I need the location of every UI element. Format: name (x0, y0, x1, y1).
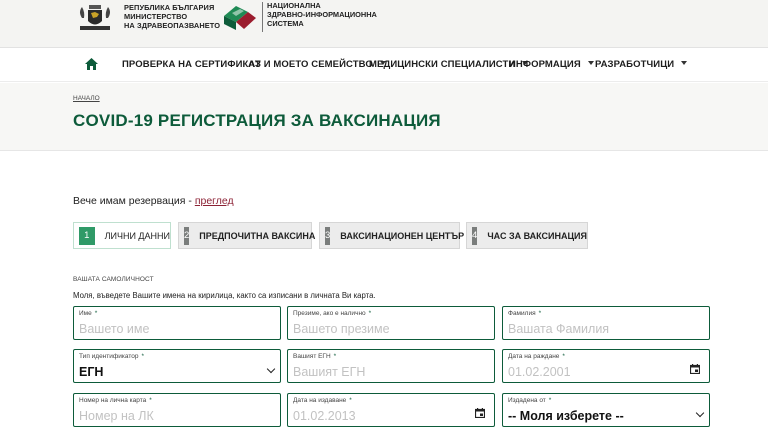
field-label: Тип идентификатор * (79, 353, 144, 360)
nzis-line: НАЦИОНАЛНА (267, 1, 321, 10)
id-type-value: ЕГН (79, 365, 104, 379)
chevron-down-icon (266, 364, 276, 374)
step-label: ВАКСИНАЦИОНЕН ЦЕНТЪР (340, 230, 465, 241)
id-card-placeholder: Номер на ЛК (79, 409, 154, 423)
egn-field[interactable]: Вашият ЕГН * Вашият ЕГН (287, 349, 495, 383)
step-number: 2 (184, 226, 190, 245)
field-label-text: Име (79, 310, 92, 317)
required-marker: * (538, 310, 542, 317)
nav-label: ИНФОРМАЦИЯ (509, 59, 581, 70)
ministry-name: РЕПУБЛИКА БЪЛГАРИЯ МИНИСТЕРСТВО НА ЗДРАВ… (124, 3, 220, 30)
reservation-view-link[interactable]: преглед (195, 195, 234, 207)
logo-divider (262, 2, 263, 32)
reservation-line: Вече имам резервация - преглед (73, 195, 234, 207)
step-preferred-vaccine[interactable]: 2 ПРЕДПОЧИТНА ВАКСИНА (178, 222, 316, 249)
field-label: Презиме, ако е налично * (293, 310, 371, 317)
last-name-field[interactable]: Фамилия * Вашата Фамилия (502, 306, 710, 340)
nav-item-certificate-check[interactable]: ПРОВЕРКА НА СЕРТИФИКАТ (122, 48, 261, 82)
step-personal-data[interactable]: 1 ЛИЧНИ ДАННИ (73, 222, 171, 249)
chevron-down-icon (587, 61, 594, 66)
step-number: 1 (79, 226, 95, 245)
nav-label: МЕДИЦИНСКИ СПЕЦИАЛИСТИ (369, 59, 516, 70)
id-type-select[interactable]: Тип идентификатор * ЕГН (73, 349, 281, 383)
ministry-line: НА ЗДРАВЕОПАЗВАНЕТО (124, 21, 221, 30)
reservation-text: Вече имам резервация - (73, 195, 195, 207)
field-label-text: Презиме, ако е налично (293, 310, 366, 317)
main-nav: ПРОВЕРКА НА СЕРТИФИКАТ АЗ И МОЕТО СЕМЕЙС… (0, 48, 768, 82)
issue-date-field[interactable]: Дата на издаване * 01.02.2013 (287, 393, 495, 427)
chevron-down-icon (681, 61, 688, 66)
field-label: Дата на издаване * (293, 397, 352, 404)
first-name-field[interactable]: Име * Вашето име (73, 306, 281, 340)
coat-of-arms-icon (80, 5, 110, 30)
first-name-placeholder: Вашето име (79, 322, 150, 336)
form-instruction: Моля, въведете Вашите имена на кирилица,… (73, 291, 376, 300)
required-marker: * (141, 353, 144, 360)
field-label: Издадена от * (508, 397, 551, 404)
issued-by-select[interactable]: Издадена от * -- Моля изберете -- (502, 393, 710, 427)
nav-item-information[interactable]: ИНФОРМАЦИЯ (509, 48, 594, 82)
step-number: 4 (472, 226, 478, 245)
step-vaccination-center[interactable]: 3 ВАКСИНАЦИОНЕН ЦЕНТЪР (319, 222, 464, 249)
field-label-text: Тип идентификатор (79, 353, 139, 360)
required-marker: * (562, 353, 565, 360)
calendar-icon[interactable] (690, 364, 700, 374)
last-name-placeholder: Вашата Фамилия (508, 322, 610, 336)
middle-name-field[interactable]: Презиме, ако е налично * Вашето презиме (287, 306, 495, 340)
nav-label: АЗ И МОЕТО СЕМЕЙСТВО (248, 59, 373, 70)
nzis-logo-icon (224, 6, 256, 30)
birth-date-placeholder: 01.02.2001 (508, 365, 571, 379)
field-label: Дата на раждане * (508, 353, 565, 360)
required-marker: * (333, 353, 337, 360)
ministry-line: РЕПУБЛИКА БЪЛГАРИЯ (124, 3, 215, 12)
nzis-line: ЗДРАВНО-ИНФОРМАЦИОННА (267, 10, 377, 19)
step-number: 3 (325, 226, 331, 245)
step-label: ЛИЧНИ ДАННИ (104, 230, 170, 241)
required-marker: * (368, 310, 372, 317)
breadcrumb-home[interactable]: НАЧАЛО (73, 95, 100, 102)
step-label: ЧАС ЗА ВАКСИНАЦИЯ (487, 230, 587, 241)
calendar-icon[interactable] (475, 408, 485, 418)
required-marker: * (349, 397, 352, 404)
nav-item-developers[interactable]: РАЗРАБОТЧИЦИ (595, 48, 688, 82)
field-label: Име * (79, 310, 97, 317)
field-label-text: Номер на лична карта (79, 397, 147, 404)
issue-date-placeholder: 01.02.2013 (293, 409, 356, 423)
page-title: COVID-19 РЕГИСТРАЦИЯ ЗА ВАКСИНАЦИЯ (73, 111, 441, 130)
nav-label: ПРОВЕРКА НА СЕРТИФИКАТ (122, 59, 261, 70)
middle-name-placeholder: Вашето презиме (293, 322, 390, 336)
field-label-text: Дата на издаване (293, 397, 347, 404)
egn-placeholder: Вашият ЕГН (293, 365, 366, 379)
field-label: Вашият ЕГН * (293, 353, 336, 360)
id-card-number-field[interactable]: Номер на лична карта * Номер на ЛК (73, 393, 281, 427)
nzis-line: СИСТЕМА (267, 19, 304, 28)
section-label-identity: ВАШАТА САМОЛИЧНОСТ (73, 276, 154, 283)
required-marker: * (94, 310, 98, 317)
field-label-text: Издадена от (508, 397, 546, 404)
nav-label: РАЗРАБОТЧИЦИ (595, 59, 675, 70)
chevron-down-icon (695, 408, 705, 418)
issued-by-value: -- Моля изберете -- (508, 409, 624, 423)
field-label-text: Вашият ЕГН (293, 353, 331, 360)
field-label-text: Фамилия (508, 310, 536, 317)
nav-item-medical-specialists[interactable]: МЕДИЦИНСКИ СПЕЦИАЛИСТИ (369, 48, 529, 82)
required-marker: * (149, 397, 152, 404)
step-vaccination-time[interactable]: 4 ЧАС ЗА ВАКСИНАЦИЯ (466, 222, 588, 249)
ministry-line: МИНИСТЕРСТВО (124, 12, 188, 21)
birth-date-field[interactable]: Дата на раждане * 01.02.2001 (502, 349, 710, 383)
field-label: Фамилия * (508, 310, 541, 317)
field-label: Номер на лична карта * (79, 397, 152, 404)
page-header: НАЧАЛО COVID-19 РЕГИСТРАЦИЯ ЗА ВАКСИНАЦИ… (0, 83, 768, 151)
required-marker: * (548, 397, 552, 404)
nzis-name: НАЦИОНАЛНА ЗДРАВНО-ИНФОРМАЦИОННА СИСТЕМА (267, 1, 377, 28)
nav-item-me-and-family[interactable]: АЗ И МОЕТО СЕМЕЙСТВО (248, 48, 386, 82)
step-label: ПРЕДПОЧИТНА ВАКСИНА (199, 230, 316, 241)
home-icon[interactable] (85, 58, 98, 70)
top-bar: РЕПУБЛИКА БЪЛГАРИЯ МИНИСТЕРСТВО НА ЗДРАВ… (0, 0, 768, 48)
field-label-text: Дата на раждане (508, 353, 560, 360)
